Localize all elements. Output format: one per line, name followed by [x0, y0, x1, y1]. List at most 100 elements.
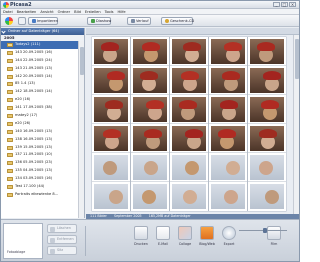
photo-thumbnail[interactable] — [131, 95, 169, 124]
photo-thumbnail[interactable] — [131, 124, 169, 153]
folder-item[interactable]: 139 15.09.2005 (13) — [1, 144, 79, 152]
menu-bild[interactable]: Bild — [74, 9, 81, 14]
folder-icon — [7, 137, 13, 142]
photo-thumbnail[interactable] — [248, 66, 286, 95]
folder-item[interactable]: e20 (16) — [1, 96, 79, 104]
gift-cd-button[interactable]: Geschenk-CD — [161, 17, 194, 25]
slideshow-button[interactable]: Diashow — [87, 17, 111, 25]
tray-hold-button[interactable]: Sitz — [47, 246, 77, 255]
photo-thumbnail[interactable] — [131, 37, 169, 66]
folder-item[interactable]: 142 20.09.2005 (14) — [1, 73, 79, 81]
photo-thumbnail[interactable] — [248, 37, 286, 66]
folder-item[interactable]: 143 20.09.2005 (16) — [1, 49, 79, 57]
folder-item[interactable]: 141 17.09.2005 (38) — [1, 104, 79, 112]
photo-thumbnail[interactable] — [248, 153, 286, 182]
photo-thumbnail[interactable] — [209, 182, 247, 211]
photo-image — [172, 97, 206, 122]
thumbnail-scrollbar[interactable] — [293, 35, 299, 214]
folder-item[interactable]: matey2 (17) — [1, 112, 79, 120]
folder-item[interactable]: 137 11.09.2005 (10) — [1, 151, 79, 159]
photo-thumbnail[interactable] — [209, 37, 247, 66]
tray-delete-button[interactable]: Löschen — [47, 224, 77, 233]
photo-image — [211, 126, 245, 151]
view-toggle-icon[interactable] — [18, 17, 26, 25]
photo-thumbnail[interactable] — [170, 95, 208, 124]
folder-scrollbar-thumb[interactable] — [80, 47, 84, 75]
menu-erstellen[interactable]: Erstellen — [85, 9, 101, 14]
status-size: 165,2MB auf Datenträger — [148, 214, 191, 218]
thumbnail-grid — [92, 37, 286, 211]
timeline-button[interactable]: Verlauf — [127, 17, 151, 25]
folder-panel-header[interactable]: Ordner auf Datenträger (64) — [1, 28, 84, 35]
photo-thumbnail[interactable] — [170, 37, 208, 66]
photo-thumbnail[interactable] — [209, 153, 247, 182]
menu-ordner[interactable]: Ordner — [58, 9, 71, 14]
email-tool[interactable]: E-Mail — [153, 224, 173, 257]
photo-thumbnail[interactable] — [92, 66, 130, 95]
blog-tool[interactable]: Blog/Web — [197, 224, 217, 257]
menu-ansicht[interactable]: Ansicht — [40, 9, 53, 14]
thumbnail-scrollbar-thumb[interactable] — [295, 39, 299, 79]
folder-item[interactable]: 138 16.09.2005 (13) — [1, 136, 79, 144]
close-button[interactable]: × — [289, 2, 296, 7]
folder-item[interactable]: 135 04.09.2005 (13) — [1, 167, 79, 175]
folder-item[interactable]: 140 16.09.2005 (13) — [1, 128, 79, 136]
cd-icon — [165, 19, 169, 23]
photo-thumbnail[interactable] — [170, 153, 208, 182]
menu-hilfe[interactable]: Hilfe — [117, 9, 125, 14]
photo-thumbnail[interactable] — [248, 182, 286, 211]
photo-tray[interactable]: Fotoablage — [3, 223, 43, 259]
photo-thumbnail[interactable] — [209, 66, 247, 95]
folder-icon — [7, 177, 13, 182]
photo-thumbnail[interactable] — [170, 182, 208, 211]
photo-thumbnail[interactable] — [92, 95, 130, 124]
photo-thumbnail[interactable] — [92, 182, 130, 211]
photo-thumbnail[interactable] — [131, 153, 169, 182]
photo-thumbnail[interactable] — [92, 124, 130, 153]
folder-icon — [7, 66, 13, 71]
photo-subject — [226, 161, 240, 175]
folder-label: 142 20.09.2005 (14) — [15, 73, 53, 78]
folder-item[interactable]: 134 03.09.2005 (16) — [1, 175, 79, 183]
menu-tools[interactable]: Tools — [105, 9, 114, 14]
minimize-button[interactable]: _ — [273, 2, 280, 7]
folder-item[interactable]: 85 1.4 (13) — [1, 80, 79, 88]
color-wheel-icon[interactable] — [5, 17, 13, 25]
folder-item[interactable]: 136 05.09.2005 (23) — [1, 159, 79, 167]
import-button[interactable]: Importieren — [28, 17, 58, 25]
folder-item[interactable]: 142 18.09.2005 (14) — [1, 88, 79, 96]
folder-label: 141 17.09.2005 (38) — [15, 105, 53, 110]
photo-thumbnail[interactable] — [170, 124, 208, 153]
photo-thumbnail[interactable] — [248, 124, 286, 153]
folder-item[interactable]: Test 17.100 (44) — [1, 183, 79, 191]
folder-item[interactable]: Portraits eikewienke 8... — [1, 191, 79, 199]
photo-image — [250, 97, 284, 122]
photo-thumbnail[interactable] — [131, 66, 169, 95]
folder-label: 142 18.09.2005 (14) — [15, 89, 53, 94]
maximize-button[interactable]: □ — [281, 2, 288, 7]
folder-label: 138 16.09.2005 (13) — [15, 136, 53, 141]
folder-item[interactable]: 144 22.09.2005 (24) — [1, 57, 79, 65]
photo-thumbnail[interactable] — [170, 66, 208, 95]
menu-bearbeiten[interactable]: Bearbeiten — [17, 9, 37, 14]
folder-item[interactable]: 143 21.09.2005 (13) — [1, 65, 79, 73]
zoom-slider-handle[interactable] — [263, 228, 267, 233]
collage-tool[interactable]: Collage — [175, 224, 195, 257]
photo-thumbnail[interactable] — [92, 37, 130, 66]
photo-subject-hat — [259, 129, 277, 138]
folder-item[interactable]: Todays2 (111) — [1, 41, 79, 49]
folder-item[interactable]: e20 (26) — [1, 120, 79, 128]
folder-scrollbar[interactable] — [78, 41, 84, 218]
photo-thumbnail[interactable] — [209, 124, 247, 153]
photo-thumbnail[interactable] — [131, 182, 169, 211]
folder-icon — [7, 185, 13, 190]
print-tool[interactable]: Drucken — [131, 224, 151, 257]
menu-datei[interactable]: Datei — [3, 9, 13, 14]
tray-remove-button[interactable]: Entfernen — [47, 235, 77, 244]
photo-thumbnail[interactable] — [248, 95, 286, 124]
photo-subject-hat — [185, 129, 203, 138]
photo-thumbnail[interactable] — [209, 95, 247, 124]
photo-subject — [183, 190, 197, 204]
zoom-slider[interactable] — [235, 228, 291, 233]
photo-thumbnail[interactable] — [92, 153, 130, 182]
